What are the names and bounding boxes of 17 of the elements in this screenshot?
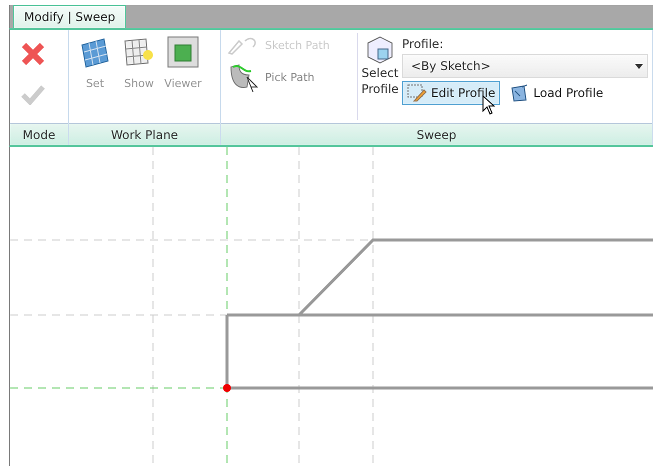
origin-point	[223, 384, 231, 392]
path-button[interactable]: Pick Path	[227, 61, 355, 93]
dropdown-caret-icon	[635, 64, 643, 68]
select-profile-button[interactable]: Select Profile	[358, 33, 402, 120]
viewer-window-icon	[166, 35, 200, 69]
panel-label: Mode	[10, 123, 68, 145]
pencil-frame-icon	[407, 84, 427, 102]
ribbon-tab[interactable]: Modify | Sweep	[13, 5, 126, 28]
profile-label: Profile:	[402, 37, 444, 51]
profile-dropdown[interactable]: <By Sketch>	[402, 54, 648, 78]
frame-arrow-icon	[509, 84, 530, 102]
checkmark-icon	[20, 83, 46, 105]
profile-button[interactable]: Load Profile	[504, 81, 608, 105]
profile-button[interactable]: Edit Profile	[402, 81, 500, 105]
panel-label: Sweep	[221, 123, 652, 145]
close-icon	[20, 41, 46, 67]
panel-label: Work Plane	[69, 123, 220, 145]
